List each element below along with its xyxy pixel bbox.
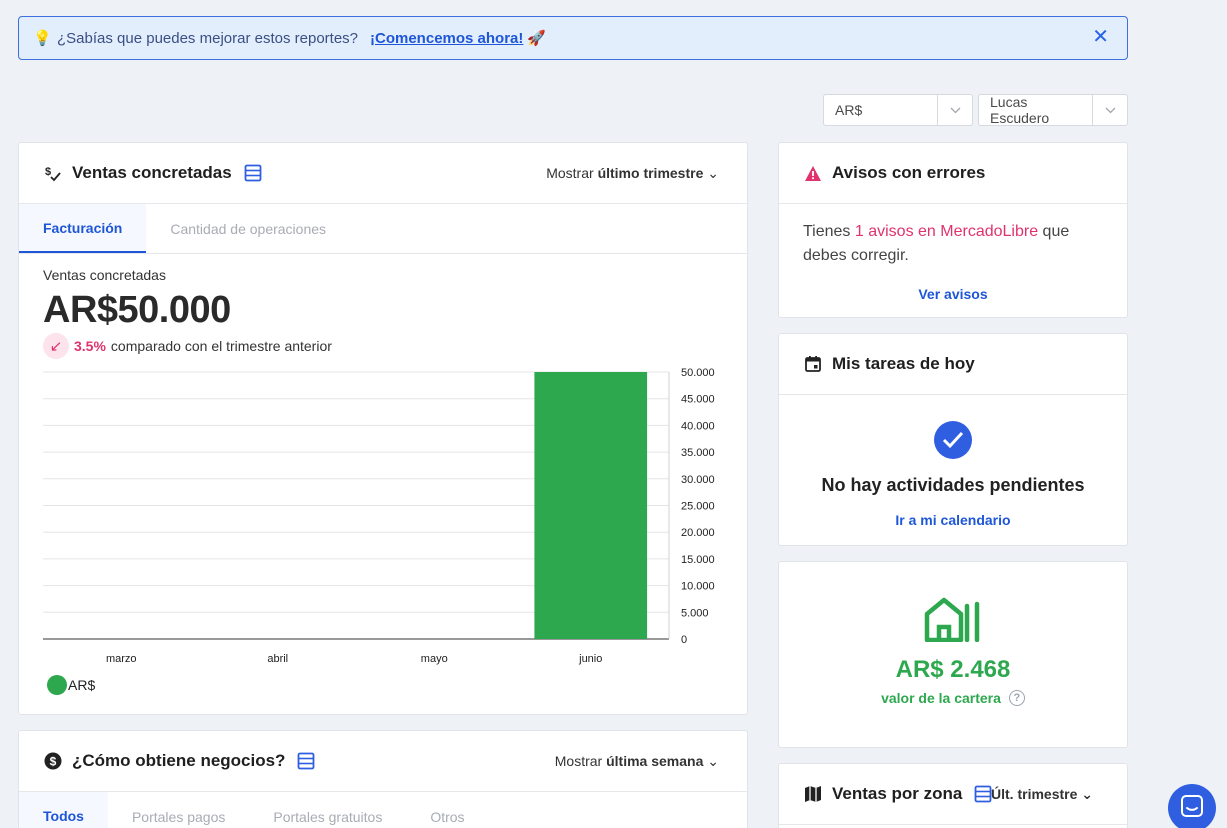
portfolio-card: AR$ 2.468 valor de la cartera ?: [778, 561, 1128, 748]
warning-icon: [804, 165, 826, 182]
business-period-dropdown[interactable]: Mostrar última semana ⌄: [555, 753, 719, 770]
y-tick-label: 30.000: [681, 474, 715, 486]
zone-period-dropdown[interactable]: Últ. trimestre ⌄: [991, 786, 1093, 803]
chat-button[interactable]: [1168, 784, 1216, 828]
bar: [534, 372, 648, 639]
tab-facturacion[interactable]: Facturación: [19, 204, 147, 253]
legend-swatch: [47, 675, 67, 695]
user-select-value: Lucas Escudero: [990, 94, 1050, 126]
map-icon: [804, 785, 826, 803]
tasks-card-header: Mis tareas de hoy: [779, 334, 1127, 395]
y-tick-label: 40.000: [681, 420, 715, 432]
svg-text:$: $: [45, 166, 51, 178]
business-title: ¿Cómo obtiene negocios?: [72, 751, 286, 770]
errors-count: 1: [854, 223, 864, 240]
period-prefix: Mostrar: [546, 164, 594, 181]
check-circle-icon: [934, 421, 972, 459]
tasks-card: Mis tareas de hoy No hay actividades pen…: [778, 333, 1128, 546]
errors-title: Avisos con errores: [832, 163, 986, 182]
help-icon[interactable]: ?: [1008, 690, 1025, 706]
y-tick-label: 5.000: [681, 607, 709, 619]
chevron-down-icon: [937, 95, 972, 125]
sales-delta: ↙ 3.5% comparado con el trimestre anteri…: [43, 333, 332, 359]
business-tabs: Todos Portales pagos Portales gratuitos …: [19, 792, 747, 828]
period-value: última semana: [606, 752, 704, 769]
calendar-link[interactable]: Ir a mi calendario: [779, 512, 1127, 528]
zone-card: Ventas por zona Últ. trimestre ⌄: [778, 763, 1128, 828]
y-tick-label: 15.000: [681, 554, 715, 566]
legend-label: AR$: [68, 677, 96, 693]
banner-question: ¿Sabías que puedes mejorar estos reporte…: [57, 29, 359, 47]
x-tick-label: mayo: [421, 653, 448, 665]
sales-card: $ Ventas concretadas Mostrar último trim…: [18, 142, 748, 715]
tab-todos[interactable]: Todos: [19, 792, 108, 828]
business-card: $ ¿Cómo obtiene negocios? Mostrar última…: [18, 730, 748, 828]
errors-text-before: Tienes: [803, 223, 855, 240]
user-select[interactable]: Lucas Escudero: [978, 94, 1128, 126]
rocket-icon: 🚀: [527, 30, 547, 47]
errors-card: Avisos con errores Tienes 1 avisos en Me…: [778, 142, 1128, 318]
currency-select[interactable]: AR$: [823, 94, 973, 126]
sales-check-icon: $: [44, 164, 66, 182]
y-tick-label: 10.000: [681, 581, 715, 593]
errors-message: Tienes 1 avisos en MercadoLibre que debe…: [779, 204, 1127, 268]
table-view-icon[interactable]: [297, 752, 315, 770]
period-value: último trimestre: [597, 164, 704, 181]
tip-banner: 💡 ¿Sabías que puedes mejorar estos repor…: [18, 16, 1128, 60]
sales-tabs: Facturación Cantidad de operaciones: [19, 204, 747, 254]
chevron-down-icon: ⌄: [1081, 785, 1093, 802]
tasks-title: Mis tareas de hoy: [832, 354, 975, 373]
sales-title: Ventas concretadas: [72, 163, 232, 182]
tab-otros[interactable]: Otros: [406, 792, 488, 828]
business-card-header: $ ¿Cómo obtiene negocios? Mostrar última…: [19, 731, 747, 792]
svg-text:$: $: [50, 755, 57, 769]
errors-highlight[interactable]: avisos en MercadoLibre: [864, 223, 1038, 240]
tasks-empty-message: No hay actividades pendientes: [821, 475, 1085, 495]
currency-select-value: AR$: [835, 102, 863, 118]
chevron-down-icon: ⌄: [707, 752, 719, 769]
y-tick-label: 35.000: [681, 447, 715, 459]
x-tick-label: marzo: [106, 653, 137, 665]
y-tick-label: 25.000: [681, 501, 715, 513]
sales-card-header: $ Ventas concretadas Mostrar último trim…: [19, 143, 747, 204]
chevron-down-icon: ⌄: [707, 164, 719, 181]
table-view-icon[interactable]: [244, 164, 262, 182]
sales-period-dropdown[interactable]: Mostrar último trimestre ⌄: [546, 165, 719, 182]
chat-icon: [1181, 794, 1203, 822]
y-tick-label: 50.000: [681, 367, 715, 379]
y-tick-label: 45.000: [681, 394, 715, 406]
house-icon: [779, 596, 1127, 642]
delta-percent: 3.5%: [74, 338, 106, 354]
errors-card-header: Avisos con errores: [779, 143, 1127, 204]
zone-card-header: Ventas por zona Últ. trimestre ⌄: [779, 764, 1127, 825]
tab-cantidad-operaciones[interactable]: Cantidad de operaciones: [146, 204, 350, 253]
portfolio-label-row: valor de la cartera ?: [779, 690, 1127, 706]
x-tick-label: junio: [578, 653, 602, 665]
tab-portales-pagos[interactable]: Portales pagos: [108, 792, 249, 828]
banner-cta-link[interactable]: ¡Comencemos ahora!: [370, 30, 523, 47]
calendar-icon: [804, 355, 826, 373]
zone-title: Ventas por zona: [832, 784, 963, 803]
lightbulb-icon: 💡: [33, 30, 52, 47]
y-tick-label: 0: [681, 634, 687, 646]
sales-chart: 0 5.000 10.000 15.000 20.000 25.000 30.000 35.0…: [43, 367, 715, 665]
x-tick-label: abril: [267, 653, 288, 665]
portfolio-value: AR$ 2.468: [895, 656, 1011, 683]
ver-avisos-link[interactable]: Ver avisos: [779, 286, 1127, 302]
close-icon[interactable]: ✕: [1092, 27, 1109, 47]
dollar-circle-icon: $: [44, 752, 66, 770]
chevron-down-icon: [1092, 95, 1127, 125]
period-prefix: Mostrar: [554, 752, 603, 769]
y-tick-label: 20.000: [681, 527, 715, 539]
portfolio-label: valor de la cartera: [881, 690, 1001, 706]
tab-portales-gratuitos[interactable]: Portales gratuitos: [249, 792, 406, 828]
arrow-down-left-icon: ↙: [43, 333, 69, 359]
table-view-icon[interactable]: [974, 785, 992, 803]
zone-period-value: Últ. trimestre: [991, 785, 1078, 802]
delta-text: comparado con el trimestre anterior: [110, 338, 332, 354]
sales-subtitle: Ventas concretadas: [43, 267, 166, 283]
sales-amount: AR$50.000: [43, 289, 231, 331]
chart-legend: AR$: [47, 675, 95, 695]
